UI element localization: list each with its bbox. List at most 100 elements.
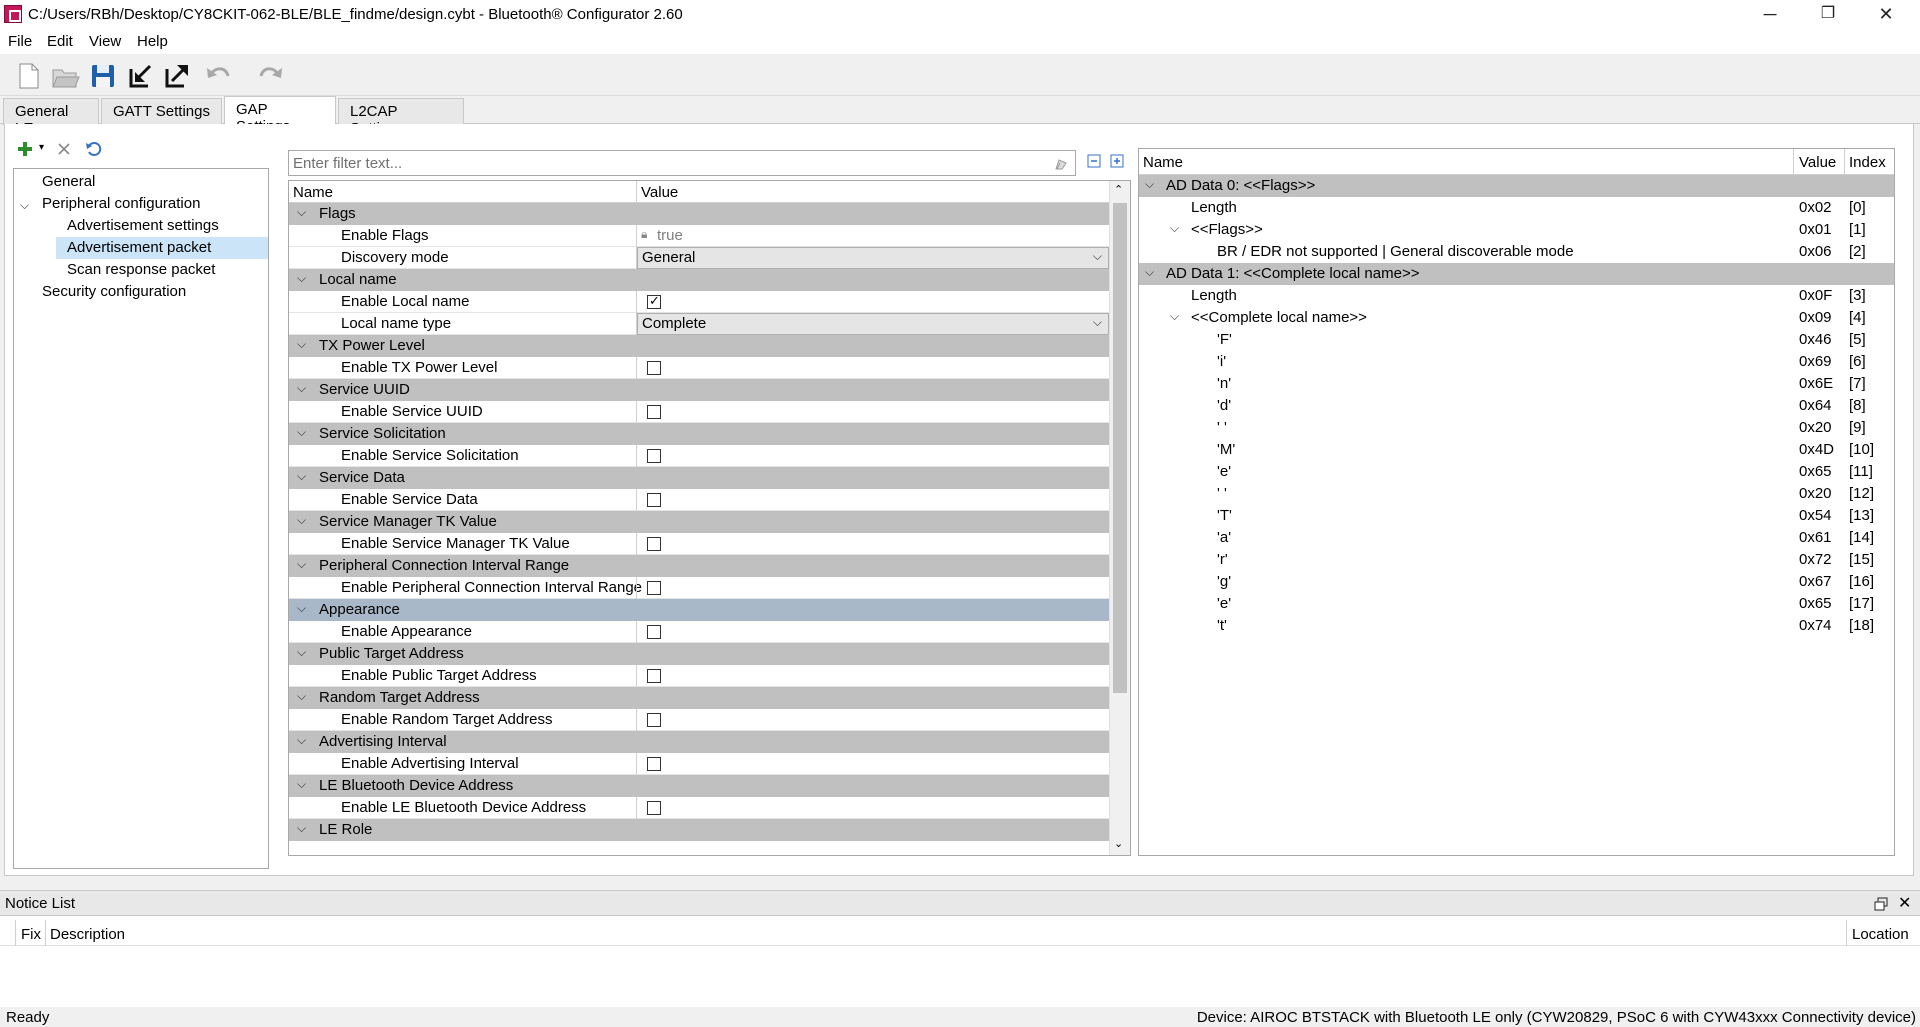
property-row[interactable]: Enable TX Power Level <box>289 357 1109 379</box>
property-row[interactable]: Enable Service UUID <box>289 401 1109 423</box>
chevron-down-icon[interactable]: ⌵ <box>1170 309 1179 324</box>
property-checkbox[interactable] <box>647 449 661 463</box>
property-dropdown[interactable]: General ⌵ <box>637 247 1109 269</box>
close-button[interactable]: ✕ <box>1858 0 1914 30</box>
property-dropdown[interactable]: Complete ⌵ <box>637 313 1109 335</box>
tree-item-general[interactable]: General <box>14 171 268 193</box>
packet-byte-row[interactable]: 'T' 0x54 [13] <box>1139 505 1894 527</box>
property-checkbox[interactable] <box>647 493 661 507</box>
category-row[interactable]: ⌵ Advertising Interval <box>289 731 1109 753</box>
chevron-down-icon[interactable]: ⌵ <box>297 689 306 704</box>
property-row[interactable]: Enable Advertising Interval <box>289 753 1109 775</box>
packet-byte-row[interactable]: ⌵ <<Flags>> 0x01 [1] <box>1139 219 1894 241</box>
category-row[interactable]: ⌵ Peripheral Connection Interval Range <box>289 555 1109 577</box>
chevron-down-icon[interactable]: ⌵ <box>297 513 306 528</box>
property-checkbox[interactable] <box>647 361 661 375</box>
chevron-down-icon[interactable]: ⌵ <box>297 821 306 836</box>
property-row[interactable]: Enable Service Data <box>289 489 1109 511</box>
redo-icon[interactable] <box>256 61 286 91</box>
chevron-down-icon[interactable]: ⌵ <box>297 271 306 286</box>
collapse-all-icon[interactable] <box>1087 154 1101 168</box>
maximize-button[interactable]: ❐ <box>1800 0 1856 30</box>
category-row[interactable]: ⌵ Public Target Address <box>289 643 1109 665</box>
packet-byte-row[interactable]: ' ' 0x20 [12] <box>1139 483 1894 505</box>
open-file-icon[interactable] <box>50 61 80 91</box>
packet-byte-row[interactable]: 'r' 0x72 [15] <box>1139 549 1894 571</box>
chevron-down-icon[interactable]: ⌵ <box>297 381 306 396</box>
packet-byte-row[interactable]: ' ' 0x20 [9] <box>1139 417 1894 439</box>
float-panel-icon[interactable] <box>1874 897 1888 911</box>
packet-byte-row[interactable]: BR / EDR not supported | General discove… <box>1139 241 1894 263</box>
category-row[interactable]: ⌵ TX Power Level <box>289 335 1109 357</box>
menu-file[interactable]: File <box>8 33 32 50</box>
tree-item-advertisement-packet[interactable]: Advertisement packet <box>56 237 268 259</box>
property-checkbox[interactable] <box>647 537 661 551</box>
add-icon[interactable] <box>16 140 34 158</box>
tab-l2cap-settings[interactable]: L2CAP Settings <box>338 98 464 137</box>
export-icon[interactable] <box>162 61 192 91</box>
new-file-icon[interactable] <box>14 61 44 91</box>
property-row[interactable]: Enable Service Solicitation <box>289 445 1109 467</box>
tree-item-scan-response-packet[interactable]: Scan response packet <box>14 259 268 281</box>
menu-help[interactable]: Help <box>137 33 168 50</box>
property-row[interactable]: Enable LE Bluetooth Device Address <box>289 797 1109 819</box>
chevron-down-icon[interactable]: ⌵ <box>1145 177 1154 192</box>
category-row[interactable]: ⌵ Service Solicitation <box>289 423 1109 445</box>
property-checkbox[interactable] <box>647 669 661 683</box>
category-row[interactable]: ⌵ LE Bluetooth Device Address <box>289 775 1109 797</box>
menu-view[interactable]: View <box>89 33 121 50</box>
chevron-down-icon[interactable]: ⌵ <box>297 425 306 440</box>
property-row[interactable]: Local name type Complete ⌵ <box>289 313 1109 335</box>
chevron-down-icon[interactable]: ⌵ <box>297 733 306 748</box>
packet-byte-row[interactable]: 'F' 0x46 [5] <box>1139 329 1894 351</box>
chevron-down-icon[interactable]: ⌵ <box>297 469 306 484</box>
property-row[interactable]: Enable Service Manager TK Value <box>289 533 1109 555</box>
packet-byte-row[interactable]: 'e' 0x65 [17] <box>1139 593 1894 615</box>
property-row[interactable]: Discovery mode General ⌵ <box>289 247 1109 269</box>
close-panel-icon[interactable]: ✕ <box>1898 893 1911 913</box>
property-grid-scrollbar[interactable]: ⌃ ⌄ <box>1109 181 1130 855</box>
category-row[interactable]: ⌵ Service UUID <box>289 379 1109 401</box>
tree-item-peripheral-configuration[interactable]: ⌵ Peripheral configuration <box>14 193 268 215</box>
packet-byte-row[interactable]: 'a' 0x61 [14] <box>1139 527 1894 549</box>
chevron-down-icon[interactable]: ⌵ <box>1145 265 1154 280</box>
property-checkbox[interactable] <box>647 625 661 639</box>
packet-byte-row[interactable]: 't' 0x74 [18] <box>1139 615 1894 637</box>
property-checkbox[interactable] <box>647 581 661 595</box>
property-row[interactable]: Enable Appearance <box>289 621 1109 643</box>
property-checkbox[interactable] <box>647 405 661 419</box>
chevron-down-icon[interactable]: ⌵ <box>297 777 306 792</box>
property-row[interactable]: Enable Flags 🔒︎ true <box>289 225 1109 247</box>
packet-byte-row[interactable]: ⌵ <<Complete local name>> 0x09 [4] <box>1139 307 1894 329</box>
filter-input[interactable] <box>289 151 1029 175</box>
reset-icon[interactable] <box>84 140 102 158</box>
property-row[interactable]: Enable Local name <box>289 291 1109 313</box>
ad-data-group-row[interactable]: ⌵ AD Data 1: <<Complete local name>> <box>1139 263 1894 285</box>
packet-byte-row[interactable]: 'M' 0x4D [10] <box>1139 439 1894 461</box>
minimize-button[interactable]: ─ <box>1742 0 1798 30</box>
ad-data-group-row[interactable]: ⌵ AD Data 0: <<Flags>> <box>1139 175 1894 197</box>
chevron-down-icon[interactable]: ⌵ <box>20 194 29 216</box>
property-checkbox[interactable] <box>647 757 661 771</box>
tab-gatt-settings[interactable]: GATT Settings <box>101 98 222 125</box>
menu-edit[interactable]: Edit <box>47 33 73 50</box>
property-checkbox[interactable] <box>647 293 661 309</box>
tab-general-le[interactable]: General LE <box>3 98 99 137</box>
tree-item-advertisement-settings[interactable]: Advertisement settings <box>14 215 268 237</box>
category-row[interactable]: ⌵ LE Role <box>289 819 1109 841</box>
delete-icon[interactable] <box>55 140 73 158</box>
add-dropdown-icon[interactable]: ▾ <box>39 142 44 153</box>
clear-filter-icon[interactable] <box>1053 155 1069 171</box>
undo-icon[interactable] <box>203 61 233 91</box>
chevron-down-icon[interactable]: ⌵ <box>1170 221 1179 236</box>
packet-byte-row[interactable]: 'e' 0x65 [11] <box>1139 461 1894 483</box>
chevron-down-icon[interactable]: ⌵ <box>297 645 306 660</box>
scrollbar-thumb[interactable] <box>1113 203 1127 693</box>
packet-byte-row[interactable]: Length 0x0F [3] <box>1139 285 1894 307</box>
save-icon[interactable] <box>88 61 118 91</box>
category-row[interactable]: ⌵ Random Target Address <box>289 687 1109 709</box>
packet-byte-row[interactable]: 'g' 0x67 [16] <box>1139 571 1894 593</box>
chevron-down-icon[interactable]: ⌵ <box>297 601 306 616</box>
category-row[interactable]: ⌵ Service Manager TK Value <box>289 511 1109 533</box>
category-row[interactable]: ⌵ Appearance <box>289 599 1109 621</box>
